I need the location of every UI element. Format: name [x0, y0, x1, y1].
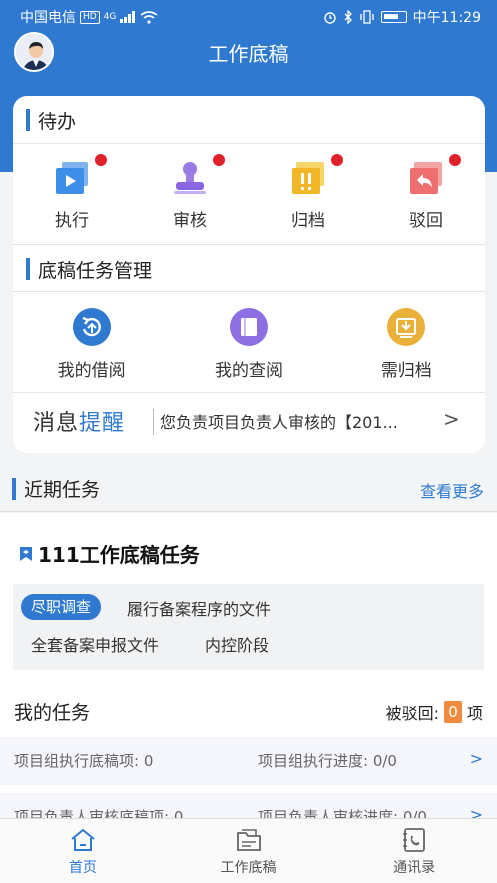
- tab-workpapers[interactable]: 工作底稿: [166, 819, 332, 883]
- todo-item-execute[interactable]: 执行: [13, 144, 131, 238]
- clock: 中午11:29: [412, 10, 481, 26]
- section-accent-bar: [26, 109, 30, 131]
- chevron-right-icon[interactable]: >: [443, 407, 460, 431]
- view-more-link[interactable]: 查看更多: [420, 478, 484, 502]
- vibrate-icon: [359, 10, 374, 24]
- borrow-refresh-icon: [72, 308, 111, 346]
- page-title: 工作底稿: [208, 42, 289, 66]
- bluetooth-icon: [344, 10, 352, 24]
- manage-grid: 我的借阅 我的查阅 需归档: [13, 293, 485, 389]
- task-title-row[interactable]: 111工作底稿任务: [18, 539, 200, 568]
- my-tasks-label: 我的任务: [14, 702, 91, 724]
- tab-label: 工作底稿: [220, 860, 277, 876]
- manage-section-header: 底稿任务管理: [13, 244, 485, 292]
- stage-pill: 尽职调查: [21, 594, 102, 620]
- manage-section-title: 底稿任务管理: [38, 260, 153, 282]
- status-bar: 中国电信 HD 4G 中午11:29: [0, 0, 497, 30]
- todo-section-title: 待办: [38, 111, 77, 133]
- folder-icon: [236, 829, 261, 851]
- home-icon: [71, 828, 95, 851]
- section-accent-bar: [12, 478, 16, 500]
- task-tag: 履行备案程序的文件: [127, 600, 272, 619]
- tab-contacts[interactable]: 通讯录: [331, 819, 497, 883]
- stat-right: 项目组执行进度: 0/0: [258, 752, 397, 770]
- stat-left: 项目组执行底稿项: 0: [14, 752, 154, 770]
- todo-item-label: 归档: [291, 211, 325, 231]
- recent-tasks-title: 近期任务: [24, 479, 101, 501]
- book-icon: [229, 308, 268, 346]
- todo-item-archive[interactable]: 归档: [249, 144, 367, 238]
- todo-badge-dot: [449, 154, 461, 166]
- chevron-right-icon[interactable]: >: [470, 749, 483, 768]
- manage-item-borrow[interactable]: 我的借阅: [13, 293, 170, 389]
- manage-item-label: 我的借阅: [57, 361, 126, 381]
- todo-grid: 执行 审核 归档 驳回: [13, 144, 485, 238]
- tab-label: 通讯录: [393, 860, 436, 876]
- contacts-icon: [403, 828, 426, 852]
- stat-row-team-execute[interactable]: 项目组执行底稿项: 0 项目组执行进度: 0/0 >: [0, 737, 497, 785]
- tab-home[interactable]: 首页: [0, 819, 166, 883]
- manage-item-lookup[interactable]: 我的查阅: [170, 293, 327, 389]
- network-type: 4G: [103, 12, 117, 22]
- wifi-icon: [140, 10, 158, 24]
- return-arrow-icon: [410, 162, 442, 194]
- archive-alert-icon: [292, 162, 324, 194]
- manage-item-to-archive[interactable]: 需归档: [328, 293, 485, 389]
- tab-label: 首页: [68, 860, 97, 876]
- task-tags-box: 尽职调查 履行备案程序的文件 全套备案申报文件 内控阶段: [13, 584, 484, 670]
- rejected-label: 被驳回:: [385, 704, 439, 723]
- todo-item-label: 审核: [173, 211, 207, 231]
- divider: [153, 409, 154, 435]
- manage-item-label: 需归档: [380, 361, 432, 381]
- signal-icon: [120, 11, 136, 23]
- message-text: 您负责项目负责人审核的【201...: [160, 413, 398, 432]
- todo-badge-dot: [213, 154, 225, 166]
- rejected-unit: 项: [466, 704, 483, 723]
- bottom-tab-bar: 首页 工作底稿 通讯录: [0, 818, 497, 883]
- todo-item-label: 执行: [55, 211, 89, 231]
- rejected-counter: 被驳回: 0 项: [386, 700, 483, 724]
- play-video-icon: [56, 162, 88, 194]
- todo-item-reject[interactable]: 驳回: [367, 144, 485, 238]
- logo-text-primary: 消息: [33, 411, 80, 436]
- stamp-icon: [174, 162, 206, 194]
- todo-item-label: 驳回: [409, 211, 443, 231]
- archive-tray-icon: [387, 308, 426, 346]
- task-tag: 全套备案申报文件: [31, 636, 160, 655]
- section-accent-bar: [26, 258, 30, 280]
- todo-section-header: 待办: [13, 96, 485, 144]
- todo-item-review[interactable]: 审核: [131, 144, 249, 238]
- task-title: 111工作底稿任务: [38, 543, 200, 567]
- message-reminder-row[interactable]: 消息提醒 您负责项目负责人审核的【201... >: [13, 392, 485, 450]
- message-reminder-logo: 消息提醒: [33, 405, 125, 437]
- dashboard-card: 待办 执行 审核 归档 驳回 底稿任务管理 我的借阅 我的查阅 需归档 消息提醒…: [13, 96, 485, 453]
- logo-text-accent: 提醒: [79, 411, 126, 436]
- carrier-label: 中国电信: [20, 10, 76, 26]
- todo-badge-dot: [331, 154, 343, 166]
- hd-badge: HD: [80, 10, 100, 24]
- recent-tasks-header: 近期任务 查看更多: [0, 462, 497, 512]
- bookmark-icon: [20, 546, 32, 561]
- alarm-icon: [323, 12, 336, 24]
- rejected-count-badge: 0: [443, 701, 462, 723]
- todo-badge-dot: [95, 154, 107, 166]
- task-tag: 内控阶段: [205, 636, 270, 655]
- manage-item-label: 我的查阅: [214, 361, 283, 381]
- battery-icon: [380, 11, 407, 23]
